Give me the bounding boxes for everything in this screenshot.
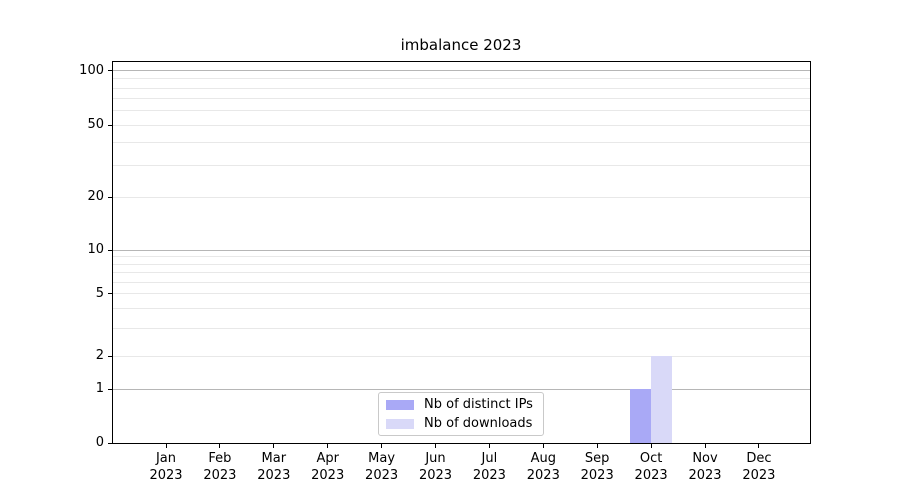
year-label: 2023: [418, 468, 453, 483]
gridline-y-6: [113, 281, 810, 283]
plot-area: [112, 61, 811, 444]
x-tick-label-sep: Sep 2023: [567, 450, 627, 484]
gridline-y-1: [113, 388, 810, 390]
y-tick-label-1: 1: [95, 381, 104, 397]
x-tick-label-feb: Feb 2023: [190, 450, 250, 484]
y-tick-label-5: 5: [95, 285, 104, 301]
gridline-y-3: [113, 328, 810, 329]
month-label: Feb: [208, 451, 232, 466]
gridline-y-70: [113, 98, 810, 100]
x-tick-label-may: May 2023: [352, 450, 412, 484]
legend-label-distinct-ips: Nb of distinct IPs: [424, 397, 533, 412]
gridline-y-80: [113, 87, 810, 89]
gridline-y-4: [113, 308, 810, 310]
x-tick-label-apr: Apr 2023: [298, 450, 358, 484]
x-tick-label-jul: Jul 2023: [459, 450, 519, 484]
x-tick-label-jun: Jun 2023: [406, 450, 466, 484]
year-label: 2023: [526, 468, 560, 483]
gridline-y-8: [113, 263, 810, 265]
gridline-y-90: [113, 78, 810, 80]
legend: Nb of distinct IPs Nb of downloads: [378, 392, 544, 436]
year-label: 2023: [580, 468, 614, 483]
x-tickmark-nov: [704, 444, 706, 448]
bar-nb-of-distinct-ips-oct: [630, 389, 652, 443]
month-label: Jan: [155, 451, 177, 466]
year-label: 2023: [203, 468, 237, 483]
y-tick-label-50: 50: [87, 117, 104, 133]
year-label: 2023: [311, 468, 345, 483]
y-tick-label-10: 10: [87, 242, 104, 258]
year-label: 2023: [742, 468, 776, 483]
month-label: Aug: [530, 451, 556, 466]
x-axis-ticks: [113, 444, 810, 449]
x-tickmark-feb: [219, 444, 221, 448]
month-label: Sep: [584, 451, 610, 466]
gridline-y-10: [113, 249, 810, 251]
gridline-y-20: [113, 196, 810, 198]
gridline-y-60: [113, 110, 810, 112]
x-tickmark-jun: [435, 444, 436, 448]
legend-label-downloads: Nb of downloads: [424, 416, 533, 431]
bar-nb-of-downloads-oct: [651, 356, 673, 443]
month-label: Nov: [692, 451, 718, 466]
x-tick-label-jan: Jan 2023: [136, 450, 196, 484]
gridline-y-9: [113, 256, 810, 258]
y-tick-label-20: 20: [87, 189, 104, 205]
year-label: 2023: [257, 468, 291, 483]
y-tick-label-100: 100: [79, 62, 104, 78]
legend-swatch-downloads: [386, 418, 414, 429]
month-label: Jun: [425, 451, 446, 466]
year-label: 2023: [365, 468, 399, 483]
year-label: 2023: [688, 468, 722, 483]
month-label: May: [368, 451, 396, 466]
legend-item-downloads: Nb of downloads: [386, 416, 536, 431]
x-tickmark-jul: [488, 444, 490, 448]
x-tickmark-apr: [327, 444, 329, 448]
x-tick-label-oct: Oct 2023: [621, 450, 681, 484]
month-label: Oct: [639, 451, 663, 466]
figure: imbalance 2023 0 1 2 5 10 20 50 100 Jan 2023 Feb 2…: [0, 0, 900, 500]
month-label: Dec: [746, 451, 772, 466]
x-tickmark-dec: [758, 444, 760, 448]
x-tick-label-aug: Aug 2023: [513, 450, 573, 484]
month-label: Jul: [481, 451, 498, 466]
year-label: 2023: [634, 468, 668, 483]
x-tickmark-oct: [650, 444, 652, 448]
year-label: 2023: [149, 468, 183, 483]
x-tickmark-jan: [165, 444, 167, 448]
gridline-y-2: [113, 355, 810, 357]
y-tick-label-0: 0: [95, 435, 104, 450]
chart-title: imbalance 2023: [400, 36, 522, 54]
x-tickmark-aug: [542, 444, 544, 448]
y-tick-label-2: 2: [95, 348, 104, 364]
x-tick-label-mar: Mar 2023: [244, 450, 304, 484]
gridline-y-40: [113, 142, 810, 144]
x-tickmark-sep: [596, 444, 598, 448]
legend-item-distinct-ips: Nb of distinct IPs: [386, 397, 536, 412]
month-label: Apr: [316, 451, 339, 466]
x-tick-label-dec: Dec 2023: [729, 450, 789, 484]
gridline-y-30: [113, 164, 810, 166]
month-label: Mar: [261, 451, 287, 466]
x-tick-label-nov: Nov 2023: [675, 450, 735, 484]
year-label: 2023: [472, 468, 506, 483]
x-tickmark-may: [381, 444, 383, 448]
gridline-y-50: [113, 124, 810, 126]
gridline-y-5: [113, 293, 810, 294]
x-axis-labels: Jan 2023 Feb 2023 Mar 2023 Apr 2023 May 2023 Jun 20…: [113, 450, 810, 490]
y-axis-labels: 0 1 2 5 10 20 50 100: [0, 62, 104, 450]
legend-swatch-distinct-ips: [386, 399, 414, 410]
gridline-y-7: [113, 272, 810, 274]
gridline-y-100: [113, 70, 810, 72]
x-tickmark-mar: [273, 444, 275, 448]
